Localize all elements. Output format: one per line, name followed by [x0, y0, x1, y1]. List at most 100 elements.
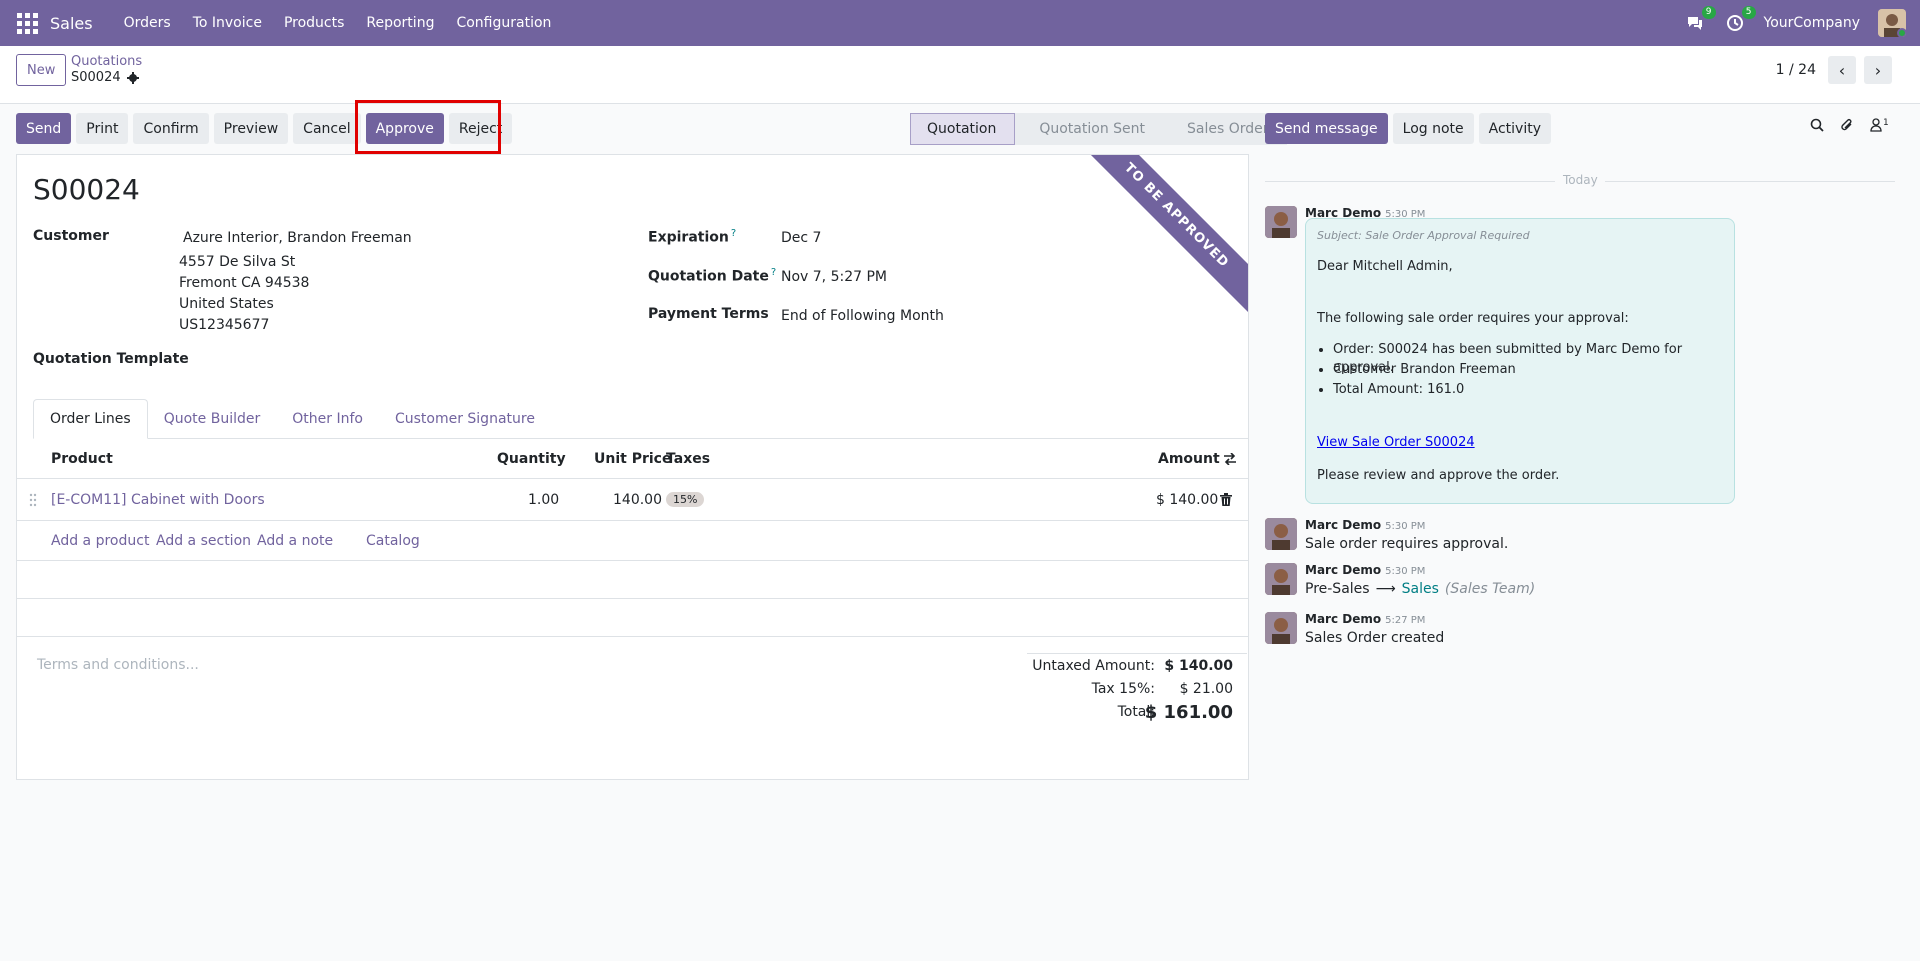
- confirm-button[interactable]: Confirm: [133, 113, 209, 144]
- messages-icon[interactable]: 9: [1684, 6, 1716, 34]
- catalog-link[interactable]: Catalog: [366, 521, 420, 560]
- chatter-message: Marc Demo 5:30 PM Subject: Sale Order App…: [1265, 206, 1745, 512]
- column-unit-price[interactable]: Unit Price: [594, 439, 671, 478]
- column-amount[interactable]: Amount: [1158, 439, 1220, 478]
- send-message-button[interactable]: Send message: [1265, 113, 1388, 144]
- tax-label: Tax 15%:: [1091, 681, 1155, 697]
- app-name[interactable]: Sales: [50, 14, 93, 33]
- order-lines-header: Product Quantity Unit Price Taxes Amount: [17, 439, 1248, 479]
- column-product[interactable]: Product: [51, 439, 113, 478]
- customer-field[interactable]: Azure Interior, Brandon Freeman: [183, 230, 412, 246]
- table-row[interactable]: [E-COM11] Cabinet with Doors 1.00 140.00…: [17, 479, 1248, 521]
- customer-address-line: United States: [179, 296, 274, 312]
- pager-next-button[interactable]: ›: [1864, 56, 1892, 84]
- payment-terms-field[interactable]: End of Following Month: [781, 308, 944, 324]
- tab-other-info[interactable]: Other Info: [276, 399, 379, 439]
- list-item: Total Amount: 161.0: [1333, 381, 1734, 401]
- user-avatar[interactable]: [1878, 9, 1906, 37]
- company-switcher[interactable]: YourCompany: [1764, 15, 1861, 31]
- date-separator-label: Today: [1563, 173, 1598, 187]
- untaxed-amount-value: $ 140.00: [1164, 658, 1233, 674]
- message-author[interactable]: Marc Demo 5:27 PM: [1305, 612, 1425, 626]
- activities-icon[interactable]: 5: [1724, 6, 1756, 34]
- menu-reporting[interactable]: Reporting: [355, 15, 445, 31]
- menu-configuration[interactable]: Configuration: [445, 15, 562, 31]
- status-bar: Quotation Quotation Sent Sales Order: [910, 113, 1287, 145]
- total-value: $ 161.00: [1144, 702, 1233, 723]
- log-note-button[interactable]: Log note: [1392, 113, 1474, 144]
- message-body: Sale order requires approval.: [1305, 536, 1509, 552]
- menu-products[interactable]: Products: [273, 15, 355, 31]
- terms-and-conditions-input[interactable]: Terms and conditions...: [37, 657, 199, 673]
- breadcrumb-quotations[interactable]: Quotations: [71, 54, 142, 69]
- record-name: S00024: [33, 173, 140, 206]
- line-product[interactable]: [E-COM11] Cabinet with Doors: [51, 479, 265, 520]
- payment-terms-label: Payment Terms: [648, 306, 769, 322]
- empty-row: [17, 599, 1248, 637]
- menu-to-invoice[interactable]: To Invoice: [182, 15, 273, 31]
- author-avatar[interactable]: [1265, 612, 1297, 644]
- tab-quote-builder[interactable]: Quote Builder: [148, 399, 277, 439]
- tracking-value-change: Pre-Sales ⟶ Sales (Sales Team): [1305, 581, 1535, 597]
- untaxed-amount-label: Untaxed Amount:: [1032, 658, 1155, 674]
- gear-icon[interactable]: [126, 71, 139, 84]
- pager-previous-button[interactable]: ‹: [1828, 56, 1856, 84]
- preview-button[interactable]: Preview: [213, 113, 289, 144]
- pager-value[interactable]: 1 / 24: [1776, 62, 1816, 78]
- activity-button[interactable]: Activity: [1478, 113, 1551, 144]
- followers-button[interactable]: 1: [1870, 118, 1889, 132]
- tracking-old-value: Pre-Sales: [1305, 581, 1370, 597]
- author-avatar[interactable]: [1265, 563, 1297, 595]
- help-icon[interactable]: ?: [771, 267, 776, 278]
- search-icon[interactable]: [1810, 118, 1824, 132]
- breadcrumb-current: S00024: [71, 70, 139, 85]
- list-item: Customer Brandon Freeman: [1333, 361, 1734, 381]
- quotation-template-label: Quotation Template: [33, 351, 189, 367]
- message-time: 5:27 PM: [1385, 615, 1426, 626]
- column-taxes[interactable]: Taxes: [666, 439, 710, 478]
- optional-columns-icon[interactable]: [1223, 439, 1237, 478]
- author-name: Marc Demo: [1305, 518, 1382, 532]
- line-unit-price[interactable]: 140.00: [613, 479, 662, 520]
- new-button[interactable]: New: [16, 54, 67, 86]
- send-button[interactable]: Send: [16, 113, 72, 144]
- stage-quotation-sent[interactable]: Quotation Sent: [1015, 113, 1163, 145]
- help-icon[interactable]: ?: [731, 228, 736, 239]
- print-button[interactable]: Print: [76, 113, 129, 144]
- highlight-box: [355, 100, 501, 154]
- totals-summary: Untaxed Amount: $ 140.00 Tax 15%: $ 21.00 …: [1027, 653, 1247, 728]
- author-name: Marc Demo: [1305, 612, 1382, 626]
- column-quantity[interactable]: Quantity: [497, 439, 566, 478]
- view-sale-order-link[interactable]: View Sale Order S00024: [1317, 435, 1475, 450]
- form-sheet: TO BE APPROVED S00024 Customer Azure Int…: [16, 154, 1249, 780]
- cancel-button[interactable]: Cancel: [293, 113, 361, 144]
- add-section-link[interactable]: Add a section: [156, 521, 251, 560]
- chatter-message: Marc Demo 5:27 PM Sales Order created: [1265, 612, 1745, 648]
- line-quantity[interactable]: 1.00: [528, 479, 559, 520]
- author-avatar[interactable]: [1265, 206, 1297, 238]
- add-product-link[interactable]: Add a product: [51, 521, 149, 560]
- customer-label: Customer: [33, 228, 109, 244]
- attachment-icon[interactable]: [1840, 118, 1854, 132]
- customer-address-line: Fremont CA 94538: [179, 275, 310, 291]
- drag-handle-icon[interactable]: [29, 479, 37, 520]
- menu-orders[interactable]: Orders: [113, 15, 182, 31]
- tab-customer-signature[interactable]: Customer Signature: [379, 399, 551, 439]
- quotation-template-field[interactable]: [179, 345, 579, 369]
- tab-order-lines[interactable]: Order Lines: [33, 399, 148, 439]
- expiration-field[interactable]: Dec 7: [781, 230, 821, 246]
- message-author[interactable]: Marc Demo 5:30 PM: [1305, 563, 1425, 577]
- author-avatar[interactable]: [1265, 518, 1297, 550]
- main-menu: Orders To Invoice Products Reporting Con…: [113, 15, 563, 31]
- message-list: Order: S00024 has been submitted by Marc…: [1317, 341, 1734, 401]
- tracking-new-value: Sales: [1401, 581, 1439, 597]
- quotation-date-label: Quotation Date?: [648, 267, 776, 285]
- delete-line-icon[interactable]: [1220, 479, 1232, 520]
- app-menu-icon[interactable]: [14, 10, 40, 36]
- chatter-message: Marc Demo 5:30 PM Pre-Sales ⟶ Sales (Sales T…: [1265, 563, 1745, 599]
- line-tax-badge[interactable]: 15%: [666, 492, 705, 507]
- message-author[interactable]: Marc Demo 5:30 PM: [1305, 518, 1425, 532]
- quotation-date-field[interactable]: Nov 7, 5:27 PM: [781, 269, 887, 285]
- stage-quotation[interactable]: Quotation: [910, 113, 1016, 145]
- add-note-link[interactable]: Add a note: [257, 521, 333, 560]
